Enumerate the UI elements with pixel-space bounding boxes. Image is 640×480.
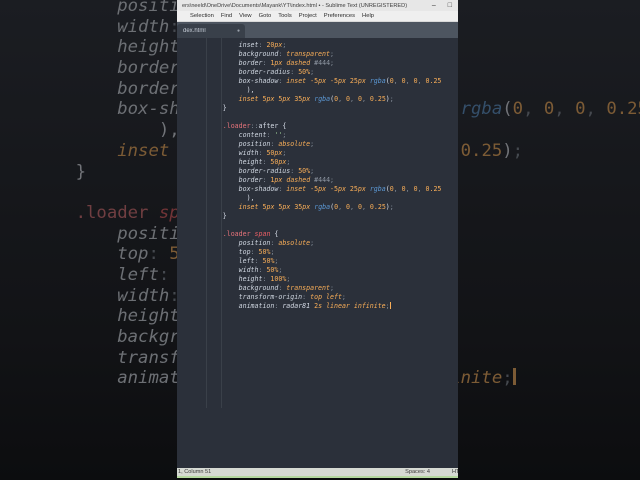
code-line: left: 50%;: [238, 257, 279, 265]
menu-item-view[interactable]: View: [239, 13, 251, 19]
code-line: ),: [246, 194, 255, 202]
sublime-window: ers\neeld\OneDrive\Documents\Mayank\YT\i…: [177, 0, 458, 480]
code-line: box-shadow: inset -5px -5px 25px rgba(0,…: [444, 97, 456, 98]
text-cursor: [512, 368, 516, 386]
shorts-frame: { "window": { "title": "ers\\neeld\\OneD…: [0, 0, 640, 480]
code-line: border: 1px dashed #444;: [238, 176, 335, 184]
maximize-button[interactable]: □: [442, 0, 458, 11]
text-cursor: [389, 302, 392, 309]
code-line: transform-origin: top left;: [238, 293, 346, 301]
code-line: border-radius: 50%;: [238, 167, 315, 175]
editor-pane[interactable]: inset: 20px; background: transparent; bo…: [177, 38, 458, 468]
tab-modified-dot-icon[interactable]: ●: [237, 24, 245, 38]
code-line: inset 5px 5px 35px rgba(0, 0, 0, 0.25);: [238, 95, 394, 103]
tab-bar: dex.html ●: [177, 22, 458, 38]
minimize-button[interactable]: –: [426, 0, 442, 11]
code-line: background: transparent;: [238, 284, 334, 292]
code-line: inset 5px 5px 35px rgba(0, 0, 0, 0.25);: [238, 203, 394, 211]
code-line: ),: [246, 86, 255, 94]
menu-bar: Selection Find View Goto Tools Project Prefere…: [177, 11, 458, 22]
caret-position-status: 1, Column 51: [178, 469, 212, 475]
menu-item-help[interactable]: Help: [362, 13, 374, 19]
code-line: position: absolute;: [238, 140, 315, 148]
code-line: height: 50px;: [238, 158, 291, 166]
code-line: .loader span {: [222, 230, 279, 238]
code-line: box-shadow: inset -5px -5px 25px rgba(0,…: [238, 185, 442, 193]
code-line: border: 1px dashed #444;: [238, 59, 335, 67]
syntax-status[interactable]: HTML: [452, 469, 458, 475]
window-title: ers\neeld\OneDrive\Documents\Mayank\YT\i…: [182, 2, 408, 9]
tab-index-html[interactable]: dex.html ●: [177, 24, 245, 38]
code-line: inset: 20px;: [238, 41, 287, 49]
minimap-code: inset: 20px; background: transparent; bo…: [444, 40, 456, 98]
menu-item-selection[interactable]: Selection: [190, 13, 214, 19]
code-line: .loader::after {: [222, 122, 287, 130]
code-line: animation: radar81 2s linear infinite;: [238, 302, 392, 310]
code-line: position: absolute;: [238, 239, 315, 247]
menu-item-find[interactable]: Find: [221, 13, 232, 19]
code-line: width: 50%;: [238, 266, 283, 274]
status-bar: 1, Column 51 Spaces: 4 HTML: [177, 468, 458, 476]
code-line: top: 50%;: [238, 248, 275, 256]
title-bar: ers\neeld\OneDrive\Documents\Mayank\YT\i…: [177, 0, 458, 11]
menu-item-project[interactable]: Project: [299, 13, 317, 19]
code-line: }: [222, 212, 227, 220]
menu-item-preferences[interactable]: Preferences: [324, 13, 355, 19]
code-line: width: 50px;: [238, 149, 287, 157]
menu-item-goto[interactable]: Goto: [259, 13, 272, 19]
minimap[interactable]: inset: 20px; background: transparent; bo…: [444, 40, 456, 98]
code-line: border-radius: 50%;: [238, 68, 315, 76]
code-line: background: transparent;: [238, 50, 334, 58]
code-line: box-shadow: inset -5px -5px 25px rgba(0,…: [238, 77, 442, 85]
menu-item-tools[interactable]: Tools: [278, 13, 292, 19]
code-line: }: [222, 104, 227, 112]
tab-label: dex.html: [183, 28, 206, 34]
code-line: content: '';: [238, 131, 287, 139]
code-area: inset: 20px; background: transparent; bo…: [191, 41, 442, 311]
code-line: height: 100%;: [238, 275, 291, 283]
indentation-status[interactable]: Spaces: 4: [405, 469, 430, 475]
